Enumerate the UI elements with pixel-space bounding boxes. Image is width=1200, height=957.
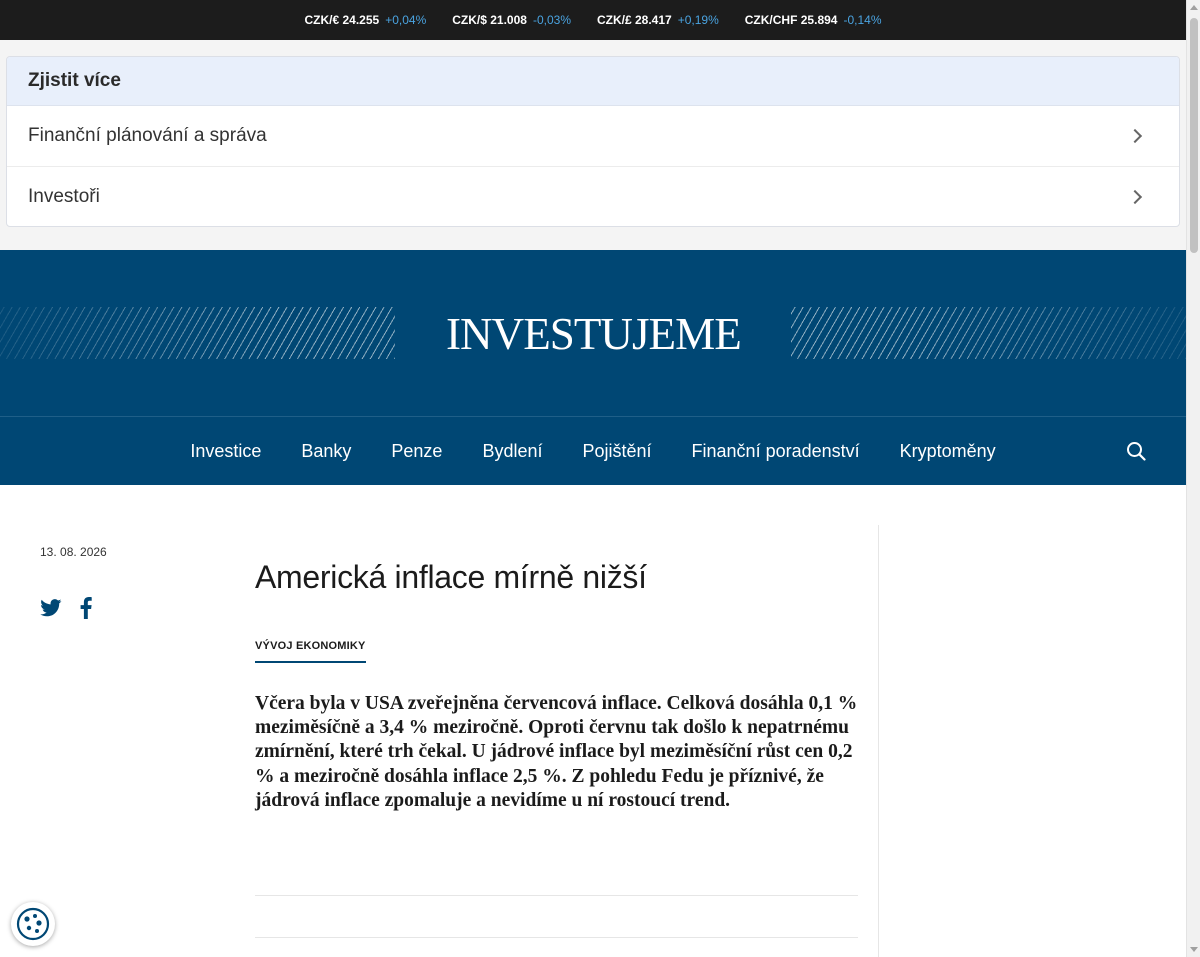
article-title: Americká inflace mírně nižší <box>255 559 647 595</box>
ticker-pair: CZK/CHF 25.894 <box>744 13 838 27</box>
nav-item-bydleni[interactable]: Bydlení <box>482 441 542 462</box>
decorative-stripes-right <box>791 307 1186 359</box>
search-icon[interactable] <box>1126 441 1146 461</box>
nav-item-investice[interactable]: Investice <box>190 441 261 462</box>
article-area: 13. 08. 2026 Americká inflace mírně nižš… <box>0 485 1186 957</box>
chevron-right-icon <box>1127 189 1143 204</box>
brand-header: INVESTUJEME <box>0 250 1186 416</box>
site-logo[interactable]: INVESTUJEME <box>446 307 742 360</box>
learn-more-item-investors[interactable]: Investoři <box>7 166 1179 226</box>
ticker-item-gbp: CZK/£ 28.417 +0,19% <box>597 13 719 27</box>
learn-more-section: Zjistit více Finanční plánování a správa… <box>0 40 1186 250</box>
main-navigation: Investice Banky Penze Bydlení Pojištění … <box>0 416 1186 485</box>
ticker-item-chf: CZK/CHF 25.894 -0,14% <box>745 13 882 27</box>
learn-more-item-label: Investoři <box>28 185 100 207</box>
article-date: 13. 08. 2026 <box>40 545 107 559</box>
social-share <box>40 597 92 619</box>
ticker-pair: CZK/£ 28.417 <box>597 13 672 27</box>
learn-more-item-financial-planning[interactable]: Finanční plánování a správa <box>7 106 1179 166</box>
sidebar-divider <box>878 525 879 957</box>
nav-item-penze[interactable]: Penze <box>391 441 442 462</box>
scroll-down-arrow-icon[interactable] <box>1190 947 1198 952</box>
nav-item-financni-poradenstvi[interactable]: Finanční poradenství <box>692 441 860 462</box>
content-divider <box>255 895 858 896</box>
article-lead: Včera byla v USA zveřejněna červencová i… <box>255 693 858 811</box>
nav-item-banky[interactable]: Banky <box>301 441 351 462</box>
ticker-change: +0,04% <box>385 13 427 27</box>
facebook-icon[interactable] <box>80 597 92 619</box>
cookie-settings-button[interactable] <box>11 902 55 946</box>
decorative-stripes-left <box>0 307 395 359</box>
nav-item-pojisteni[interactable]: Pojištění <box>582 441 651 462</box>
ticker-item-eur: CZK/€ 24.255 +0,04% <box>304 13 426 27</box>
ticker-pair: CZK/€ 24.255 <box>304 13 380 27</box>
scroll-up-arrow-icon[interactable] <box>1190 5 1198 10</box>
ticker-change: -0,03% <box>532 13 571 27</box>
twitter-icon[interactable] <box>40 599 62 617</box>
scrollbar-thumb[interactable] <box>1190 18 1198 253</box>
learn-more-title: Zjistit více <box>7 57 1179 106</box>
ticker-pair: CZK/$ 21.008 <box>452 13 527 27</box>
learn-more-panel: Zjistit více Finanční plánování a správa… <box>6 56 1180 227</box>
chevron-right-icon <box>1127 128 1143 144</box>
cookie-icon <box>16 907 50 941</box>
learn-more-item-label: Finanční plánování a správa <box>28 125 267 146</box>
ticker-change: +0,19% <box>677 13 719 27</box>
content-divider <box>255 937 858 938</box>
page-scrollbar[interactable] <box>1186 0 1200 957</box>
ticker-change: -0,14% <box>843 13 882 27</box>
article-category-tag[interactable]: VÝVOJ EKONOMIKY <box>255 640 366 663</box>
ticker-item-usd: CZK/$ 21.008 -0,03% <box>452 13 571 27</box>
nav-item-kryptomeny[interactable]: Kryptoměny <box>900 441 996 462</box>
currency-ticker: CZK/€ 24.255 +0,04% CZK/$ 21.008 -0,03% … <box>0 0 1186 40</box>
